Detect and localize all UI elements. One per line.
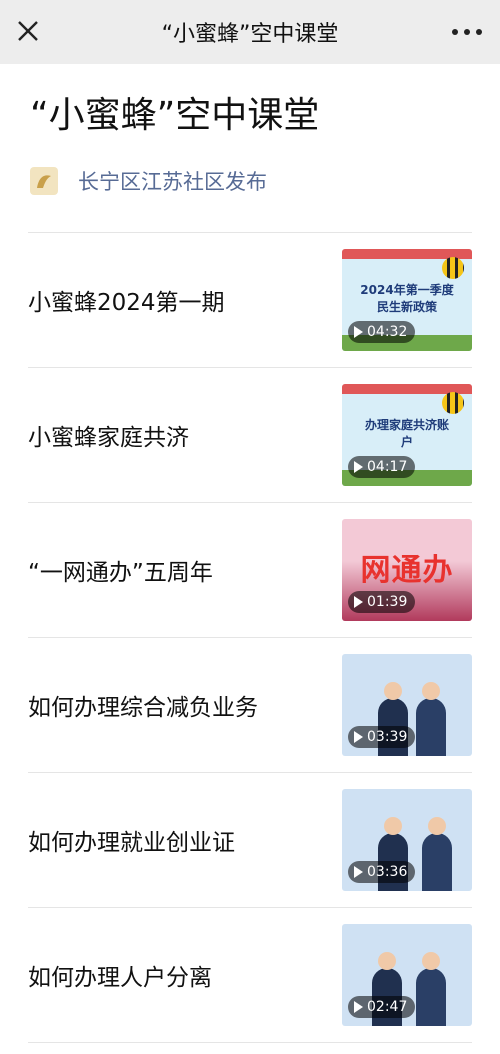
video-title: 如何办理人户分离 [28,965,212,991]
duration-text: 03:39 [367,729,408,745]
video-item[interactable]: 如何办理人户分离 02:47 [28,908,472,1043]
duration-text: 04:32 [367,324,408,340]
video-thumbnail[interactable]: 网通办 01:39 [342,519,472,621]
video-thumbnail[interactable]: 办理家庭共济账户 04:17 [342,384,472,486]
account-logo-icon [30,167,58,195]
video-title: 如何办理就业创业证 [28,830,235,856]
duration-badge: 02:47 [348,996,416,1018]
bee-icon [442,392,464,414]
bee-icon [442,257,464,279]
duration-text: 04:17 [367,459,408,475]
video-thumbnail[interactable]: 03:36 [342,789,472,891]
duration-text: 02:47 [367,999,408,1015]
video-item[interactable]: “一网通办”五周年 网通办 01:39 [28,503,472,638]
video-title: “一网通办”五周年 [28,560,213,586]
play-icon [354,866,363,878]
thumb-headline: 办理家庭共济账户 [364,418,449,449]
duration-badge: 03:39 [348,726,416,748]
video-item[interactable]: 小蜜蜂家庭共济 办理家庭共济账户 04:17 [28,368,472,503]
page-title: “小蜜蜂”空中课堂 [30,95,320,136]
close-icon[interactable] [14,17,42,45]
thumb-headline: 2024年第一季度 民生新政策 [360,283,454,314]
video-thumbnail[interactable]: 03:39 [342,654,472,756]
duration-text: 01:39 [367,594,408,610]
video-title: 如何办理综合减负业务 [28,695,258,721]
presenter-figure [416,682,446,756]
video-item[interactable]: 如何办理综合减负业务 03:39 [28,638,472,773]
video-thumbnail[interactable]: 2024年第一季度 民生新政策 04:32 [342,249,472,351]
account-name: 长宁区江苏社区发布 [78,170,267,194]
duration-badge: 04:32 [348,321,416,343]
video-thumbnail[interactable]: 02:47 [342,924,472,1026]
window-title: “小蜜蜂”空中课堂 [161,22,339,47]
video-title: 小蜜蜂家庭共济 [28,425,189,451]
account-link[interactable]: 长宁区江苏社区发布 [30,166,267,196]
play-icon [354,731,363,743]
presenter-figure [422,817,452,891]
video-list: 小蜜蜂2024第一期 2024年第一季度 民生新政策 04:32 小蜜蜂家庭共济… [28,232,472,1043]
thumb-headline: 网通办 [360,553,454,588]
page-header: “小蜜蜂”空中课堂 [30,90,480,142]
video-title: 小蜜蜂2024第一期 [28,290,225,316]
play-icon [354,1001,363,1013]
duration-badge: 04:17 [348,456,416,478]
video-item[interactable]: 如何办理就业创业证 03:36 [28,773,472,908]
top-bar: “小蜜蜂”空中课堂 [0,0,500,64]
video-item[interactable]: 小蜜蜂2024第一期 2024年第一季度 民生新政策 04:32 [28,233,472,368]
duration-text: 03:36 [367,864,408,880]
duration-badge: 01:39 [348,591,416,613]
play-icon [354,326,363,338]
more-icon[interactable] [452,20,482,44]
duration-badge: 03:36 [348,861,416,883]
presenter-figure [416,952,446,1026]
play-icon [354,596,363,608]
play-icon [354,461,363,473]
